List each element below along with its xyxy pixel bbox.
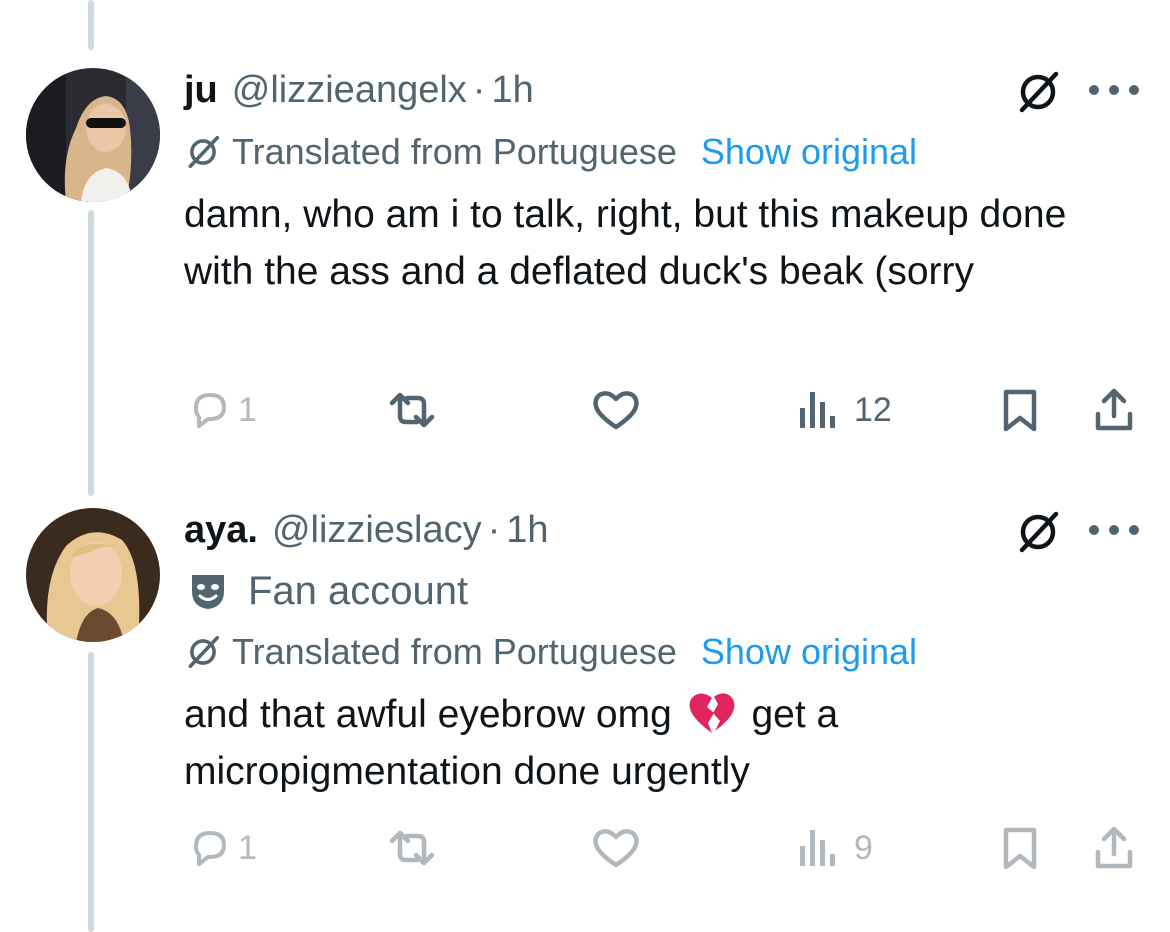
bookmark-icon (1003, 827, 1037, 870)
show-original-link[interactable]: Show original (701, 630, 917, 674)
action-bar: 1 9 (0, 816, 1170, 876)
share-button[interactable] (1090, 824, 1138, 872)
retweet-button[interactable] (384, 824, 440, 872)
mask-icon (192, 575, 224, 609)
retweet-icon (389, 830, 435, 866)
more-icon[interactable] (1086, 520, 1142, 540)
timestamp[interactable]: 1h (506, 508, 548, 552)
tweet-2[interactable]: aya. @lizzieslacy · 1h Fan account Trans… (0, 0, 1170, 932)
separator: · (487, 509, 501, 551)
reply-icon (194, 831, 226, 866)
translation-bar: Translated from Portuguese Show original (184, 630, 917, 674)
tweet-header: aya. @lizzieslacy · 1h (184, 508, 549, 552)
share-icon (1095, 826, 1133, 869)
user-handle[interactable]: @lizzieslacy (272, 508, 482, 552)
reply-button[interactable]: 1 (186, 824, 257, 872)
fan-account-badge[interactable]: Fan account (184, 568, 468, 614)
fan-account-label: Fan account (248, 569, 469, 613)
views-count: 9 (854, 828, 873, 867)
translate-icon (188, 635, 220, 669)
tweet-text-part1: and that awful eyebrow omg (184, 693, 672, 736)
bookmark-button[interactable] (998, 824, 1042, 872)
like-icon (593, 829, 639, 868)
views-button[interactable]: 9 (796, 824, 873, 872)
like-button[interactable] (590, 824, 642, 872)
grok-icon[interactable] (1014, 508, 1062, 556)
translated-label: Translated from Portuguese (232, 631, 677, 672)
views-icon (800, 830, 835, 866)
avatar[interactable] (26, 508, 160, 642)
tweet-text: and that awful eyebrow omg get a micropi… (184, 686, 1144, 800)
reply-count: 1 (238, 828, 257, 867)
broken-heart-emoji-icon (689, 693, 735, 733)
display-name[interactable]: aya. (184, 508, 258, 552)
